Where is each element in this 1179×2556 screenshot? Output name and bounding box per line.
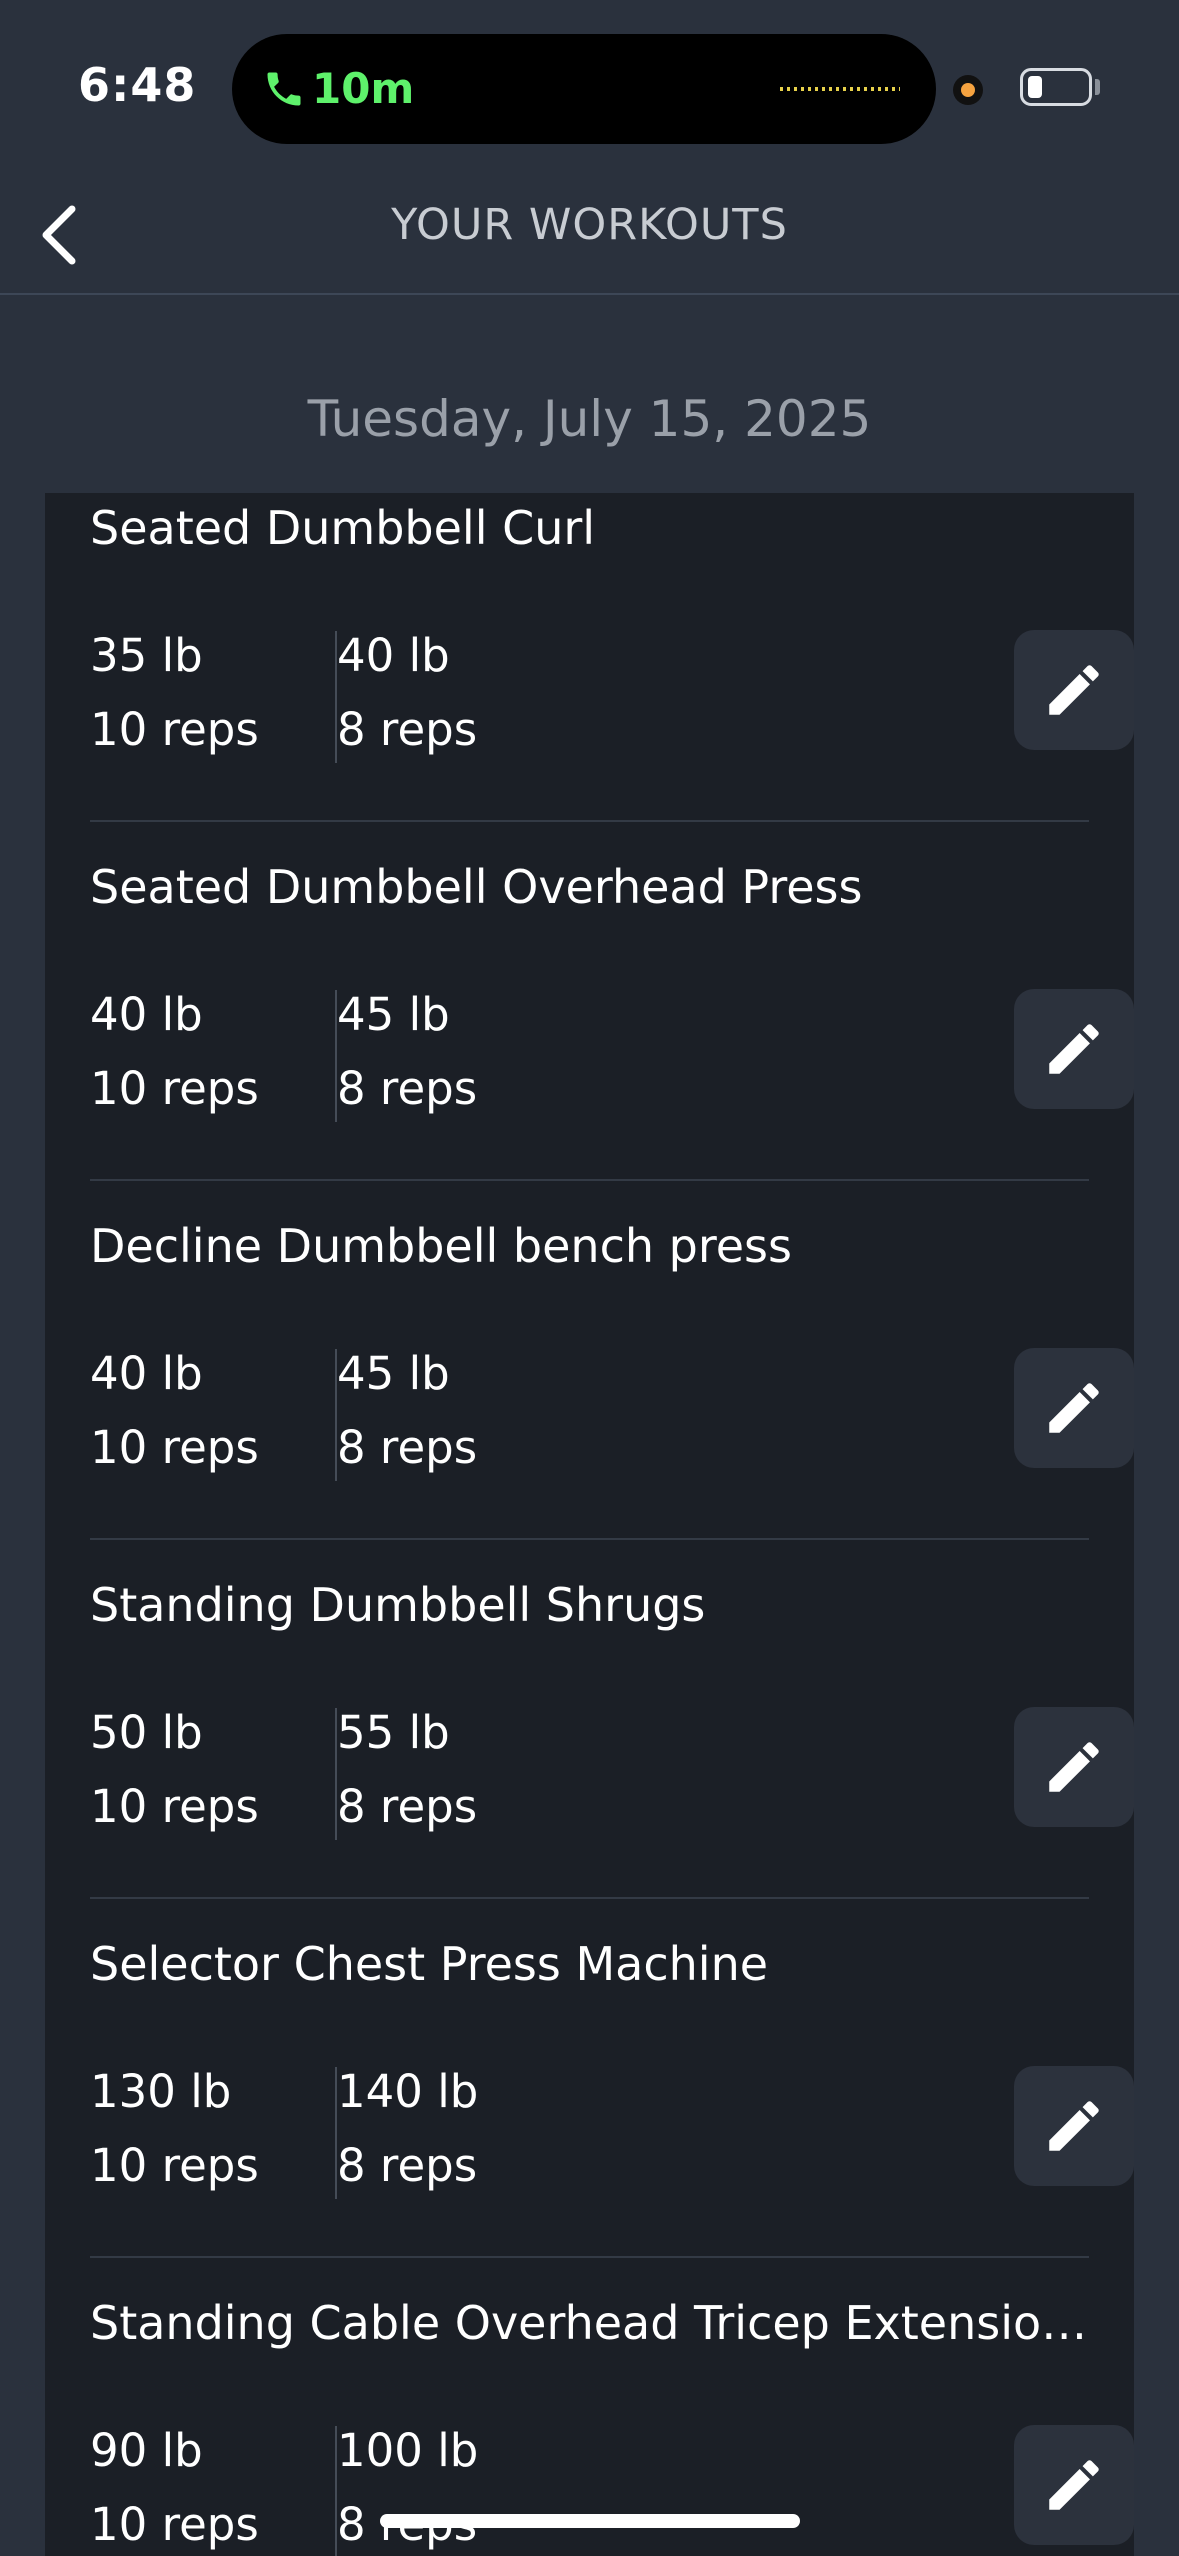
workout-item: Selector Chest Press Machine 130 lb 10 r… <box>90 1937 1134 2296</box>
edit-button[interactable] <box>1014 989 1134 1109</box>
set-weight: 100 lb <box>337 2424 479 2477</box>
set-weight: 35 lb <box>90 629 203 682</box>
home-indicator[interactable] <box>380 2514 800 2528</box>
set-2: 140 lb 8 reps <box>337 2055 478 2203</box>
set-weight: 140 lb <box>337 2065 479 2118</box>
pencil-icon <box>1049 2101 1099 2151</box>
status-bar: 6:48 10m <box>0 0 1179 180</box>
set-reps: 10 reps <box>90 703 259 756</box>
set-reps: 10 reps <box>90 1062 259 1115</box>
set-reps: 8 reps <box>337 703 478 756</box>
set-1: 90 lb 10 reps <box>90 2414 259 2556</box>
pencil-icon <box>1049 1383 1099 1433</box>
battery-cap <box>1095 79 1100 95</box>
workout-item: Seated Dumbbell Overhead Press 40 lb 10 … <box>90 860 1134 1219</box>
exercise-name: Selector Chest Press Machine <box>90 1937 769 1991</box>
workout-item: Decline Dumbbell bench press 40 lb 10 re… <box>90 1219 1134 1578</box>
set-2: 45 lb 8 reps <box>337 978 477 1126</box>
set-reps: 10 reps <box>90 2498 259 2551</box>
exercise-name: Decline Dumbbell bench press <box>90 1219 792 1273</box>
workout-list: Seated Dumbbell Curl 35 lb 10 reps 40 lb… <box>45 493 1134 2556</box>
set-reps: 8 reps <box>337 1062 478 1115</box>
pencil-icon <box>1049 665 1099 715</box>
workout-item: Seated Dumbbell Curl 35 lb 10 reps 40 lb… <box>90 501 1134 860</box>
exercise-name: Standing Dumbbell Shrugs <box>90 1578 706 1632</box>
set-2: 40 lb 8 reps <box>337 619 477 767</box>
set-1: 35 lb 10 reps <box>90 619 259 767</box>
set-2: 45 lb 8 reps <box>337 1337 477 1485</box>
pencil-icon <box>1049 1742 1099 1792</box>
set-weight: 50 lb <box>90 1706 203 1759</box>
page-title: YOUR WORKOUTS <box>391 200 788 250</box>
exercise-name: Standing Cable Overhead Tricep Extensio… <box>90 2296 1088 2350</box>
edit-button[interactable] <box>1014 1707 1134 1827</box>
exercise-name: Seated Dumbbell Overhead Press <box>90 860 863 914</box>
set-1: 40 lb 10 reps <box>90 978 259 1126</box>
set-1: 50 lb 10 reps <box>90 1696 259 1844</box>
set-reps: 8 reps <box>337 1780 478 1833</box>
set-reps: 10 reps <box>90 2139 259 2192</box>
navigation-bar: YOUR WORKOUTS <box>0 180 1179 295</box>
set-1: 130 lb 10 reps <box>90 2055 259 2203</box>
set-weight: 40 lb <box>90 1347 203 1400</box>
edit-button[interactable] <box>1014 1348 1134 1468</box>
set-reps: 8 reps <box>337 1421 478 1474</box>
edit-button[interactable] <box>1014 630 1134 750</box>
dynamic-island[interactable]: 10m <box>232 34 936 144</box>
set-reps: 10 reps <box>90 1780 259 1833</box>
set-weight: 90 lb <box>90 2424 203 2477</box>
audio-waveform-icon <box>780 87 900 91</box>
workouts-screen: 6:48 10m YOUR WORKOUTS Tuesday, July 15,… <box>0 0 1179 2556</box>
row-divider <box>90 1538 1089 1540</box>
row-divider <box>90 820 1089 822</box>
set-weight: 55 lb <box>337 1706 450 1759</box>
set-weight: 45 lb <box>337 988 450 1041</box>
set-weight: 40 lb <box>90 988 203 1041</box>
workout-date: Tuesday, July 15, 2025 <box>307 390 872 448</box>
pencil-icon <box>1049 2460 1099 2510</box>
row-divider <box>90 1179 1089 1181</box>
call-duration: 10m <box>312 64 415 113</box>
row-divider <box>90 1897 1089 1899</box>
battery-icon <box>1020 68 1092 106</box>
status-time: 6:48 <box>78 58 197 112</box>
set-reps: 8 reps <box>337 2139 478 2192</box>
row-divider <box>90 2256 1089 2258</box>
phone-icon <box>267 72 301 106</box>
set-weight: 40 lb <box>337 629 450 682</box>
set-weight: 130 lb <box>90 2065 232 2118</box>
exercise-name: Seated Dumbbell Curl <box>90 501 596 555</box>
set-reps: 10 reps <box>90 1421 259 1474</box>
workout-item: Standing Dumbbell Shrugs 50 lb 10 reps 5… <box>90 1578 1134 1937</box>
pencil-icon <box>1049 1024 1099 1074</box>
set-2: 100 lb 8 reps <box>337 2414 478 2556</box>
recording-indicator <box>953 75 983 105</box>
set-weight: 45 lb <box>337 1347 450 1400</box>
edit-button[interactable] <box>1014 2425 1134 2545</box>
set-2: 55 lb 8 reps <box>337 1696 477 1844</box>
set-1: 40 lb 10 reps <box>90 1337 259 1485</box>
edit-button[interactable] <box>1014 2066 1134 2186</box>
